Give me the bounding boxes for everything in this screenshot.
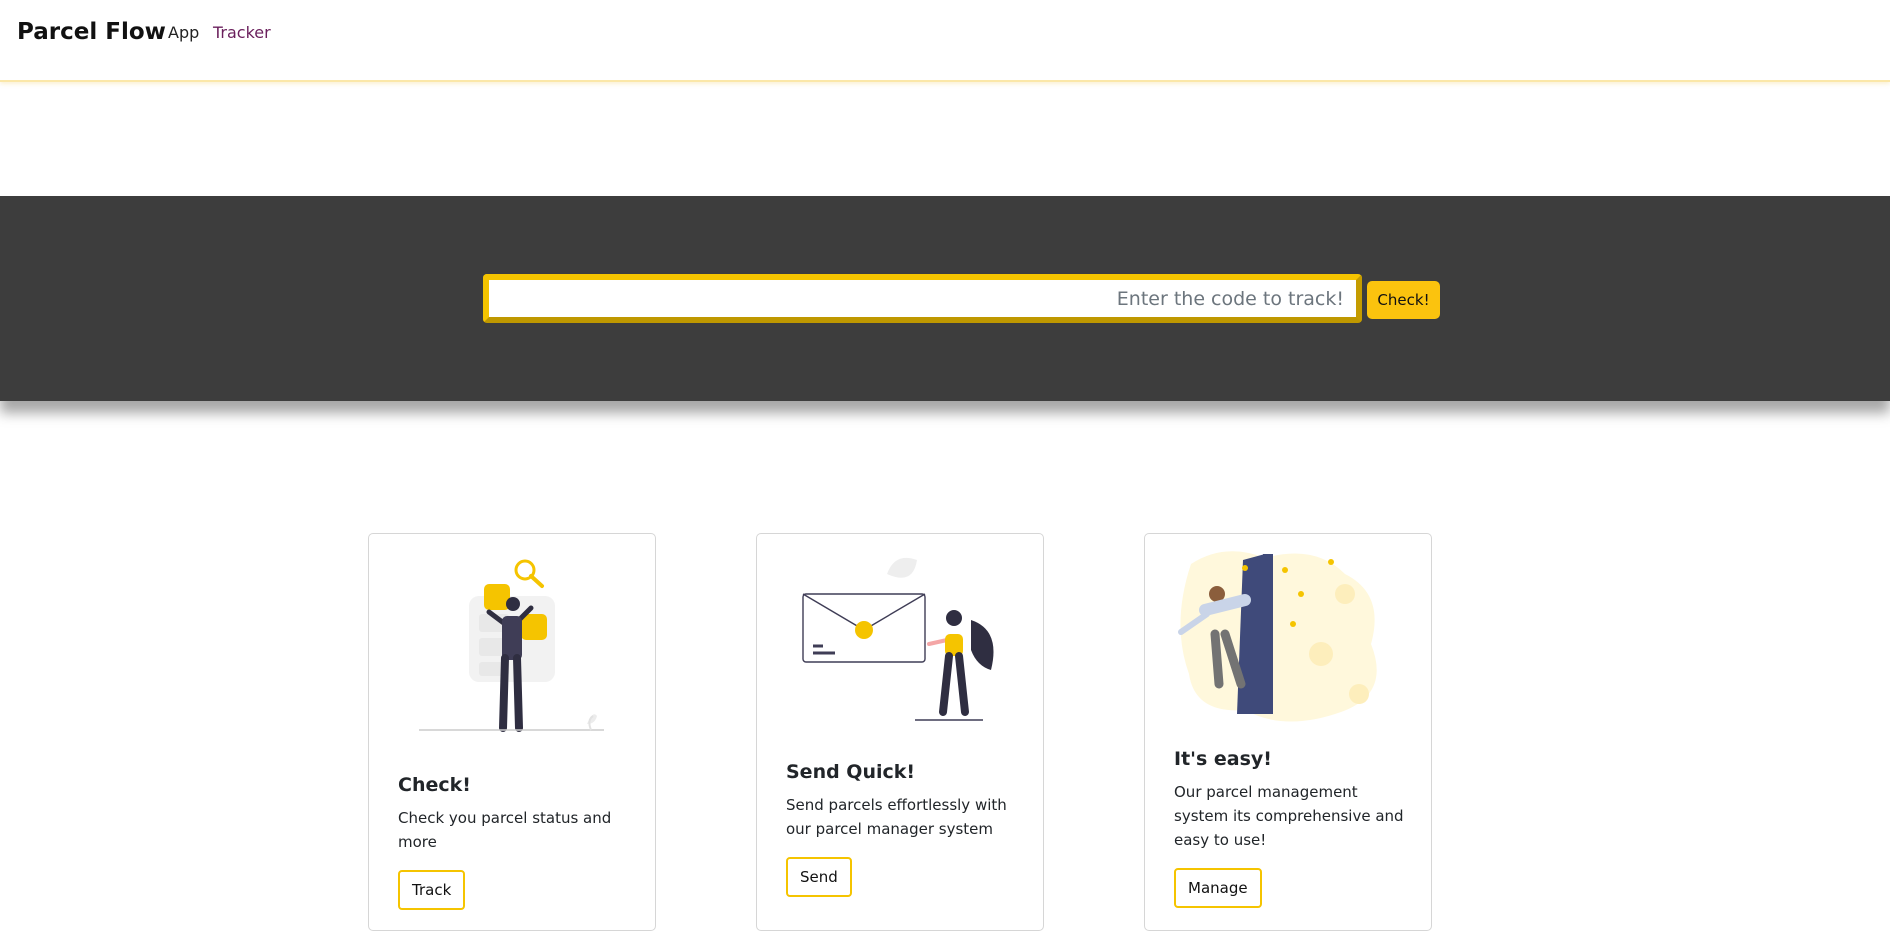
card-text: Our parcel management system its compreh… <box>1174 783 1404 849</box>
send-button[interactable]: Send <box>786 857 852 897</box>
feature-card-check: Check! Check you parcel status and more … <box>368 533 656 931</box>
nav-link-app[interactable]: App <box>168 23 199 42</box>
card-title: It's easy! <box>1174 748 1272 770</box>
card-text: Check you parcel status and more <box>398 809 612 851</box>
feature-card-manage: It's easy! Our parcel management system … <box>1144 533 1432 931</box>
card-title: Send Quick! <box>786 761 916 783</box>
check-button[interactable]: Check! <box>1367 281 1440 319</box>
card-title: Check! <box>398 774 471 796</box>
tracking-code-input[interactable] <box>489 280 1356 317</box>
person-lamppost-illustration <box>1178 551 1377 722</box>
feature-card-send: Send Quick! Send parcels effortlessly wi… <box>756 533 1044 931</box>
envelope-person-illustration <box>802 557 994 721</box>
tracking-search-box <box>483 274 1362 323</box>
brand-logo[interactable]: Parcel Flow <box>17 19 166 45</box>
navbar: Parcel Flow App Tracker <box>0 0 1890 82</box>
card-text: Send parcels effortlessly with our parce… <box>786 796 1007 838</box>
track-button[interactable]: Track <box>398 870 466 910</box>
person-searching-illustration <box>419 559 604 732</box>
manage-button[interactable]: Manage <box>1174 868 1262 908</box>
nav-link-tracker[interactable]: Tracker <box>213 23 271 42</box>
